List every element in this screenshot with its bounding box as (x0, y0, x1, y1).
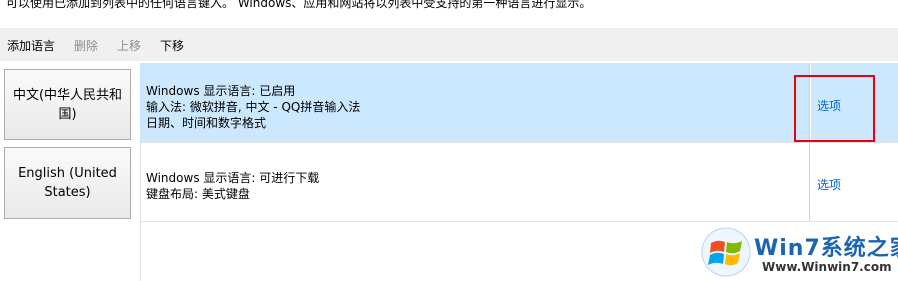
watermark: Win7系统之家 Www.Winwin7.com (700, 226, 898, 278)
watermark-url: Www.Winwin7.com (762, 260, 892, 274)
move-up-button[interactable]: 上移 (117, 37, 141, 54)
language-status-line: Windows 显示语言: 可进行下载 (146, 171, 320, 185)
language-tile-english[interactable]: English (United States) (4, 147, 131, 219)
language-row-chinese[interactable]: Windows 显示语言: 已启用 输入法: 微软拼音, 中文 - QQ拼音输入… (0, 63, 898, 142)
options-link[interactable]: 选项 (817, 176, 841, 193)
language-tile-chinese[interactable]: 中文(中华人民共和国) (4, 69, 131, 140)
options-cell: 选项 (811, 143, 898, 221)
intro-text: 可以使用已添加到列表中的任何语言键入。 Windows、应用和网站将以列表中受支… (6, 0, 592, 10)
format-line: 日期、时间和数字格式 (146, 116, 267, 130)
input-method-line: 输入法: 微软拼音, 中文 - QQ拼音输入法 (146, 100, 361, 114)
watermark-title: Win7系统之家 (754, 236, 898, 261)
language-row-english[interactable]: Windows 显示语言: 可进行下载 键盘布局: 美式键盘 选项 Englis… (0, 143, 898, 221)
keyboard-layout-line: 键盘布局: 美式键盘 (146, 187, 250, 201)
options-highlight-annotation (794, 75, 875, 142)
row-divider (140, 221, 898, 222)
move-down-button[interactable]: 下移 (160, 37, 184, 54)
delete-button[interactable]: 删除 (74, 37, 98, 54)
windows-logo-icon (701, 227, 751, 277)
language-toolbar: 添加语言 删除 上移 下移 (0, 28, 898, 61)
language-description: Windows 显示语言: 可进行下载 键盘布局: 美式键盘 (140, 143, 810, 221)
language-description: Windows 显示语言: 已启用 输入法: 微软拼音, 中文 - QQ拼音输入… (140, 63, 810, 142)
language-status-line: Windows 显示语言: 已启用 (146, 84, 296, 98)
add-language-button[interactable]: 添加语言 (7, 37, 55, 54)
